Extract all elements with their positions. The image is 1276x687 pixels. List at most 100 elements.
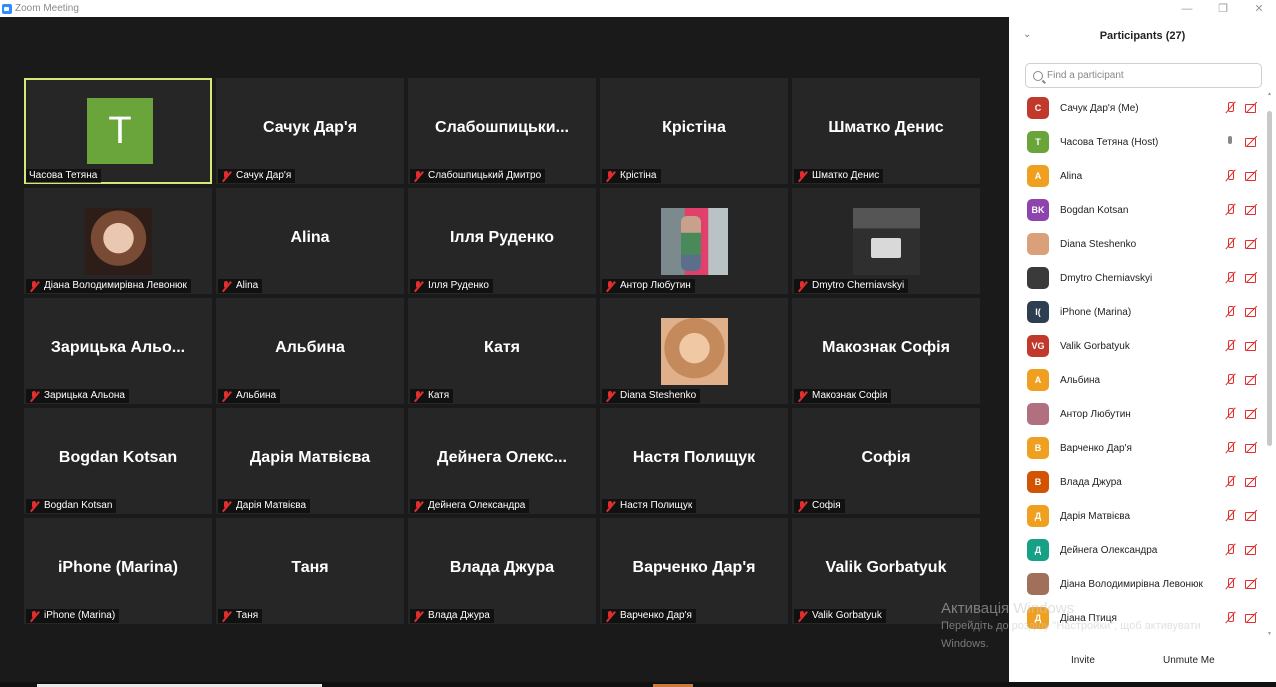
invite-button[interactable]: Invite	[1071, 655, 1095, 666]
mic-muted-icon[interactable]	[1224, 611, 1236, 624]
mic-muted-icon	[797, 500, 808, 512]
video-off-icon[interactable]	[1245, 408, 1259, 419]
participant-row[interactable]: T Часова Тетяна (Host)	[1009, 125, 1267, 159]
video-off-icon[interactable]	[1245, 442, 1259, 453]
participant-avatar: Д	[1027, 607, 1049, 629]
participant-row[interactable]: VG Valik Gorbatyuk	[1009, 329, 1267, 363]
video-off-icon[interactable]	[1245, 238, 1259, 249]
video-tile[interactable]: Макознак Софія Макознак Софія	[792, 298, 980, 404]
tile-label-text: Dmytro Cherniavskyi	[812, 280, 905, 291]
video-grid: T Часова Тетяна Сачук Дар'я Сачук Дар'я Слаб…	[24, 78, 980, 624]
mic-muted-icon[interactable]	[1224, 271, 1236, 284]
video-off-icon[interactable]	[1245, 510, 1259, 521]
scroll-up-icon[interactable]: ▲	[1267, 91, 1272, 97]
tile-label-text: Bogdan Kotsan	[44, 500, 113, 511]
mic-icon[interactable]	[1224, 135, 1236, 148]
video-tile[interactable]: Софія Софія	[792, 408, 980, 514]
video-tile[interactable]: Bogdan Kotsan Bogdan Kotsan	[24, 408, 212, 514]
video-tile[interactable]: T Часова Тетяна	[24, 78, 212, 184]
mic-muted-icon[interactable]	[1224, 373, 1236, 386]
video-tile[interactable]: Сачук Дар'я Сачук Дар'я	[216, 78, 404, 184]
mic-muted-icon[interactable]	[1224, 441, 1236, 454]
video-tile[interactable]: Дейнега Олекс... Дейнега Олександра	[408, 408, 596, 514]
video-tile[interactable]: Діана Володимирівна Левонюк	[24, 188, 212, 294]
scroll-down-icon[interactable]: ▼	[1267, 631, 1272, 637]
video-tile[interactable]: Таня Таня	[216, 518, 404, 624]
mic-muted-icon	[605, 500, 616, 512]
participant-row[interactable]: Діана Володимирівна Левонюк	[1009, 567, 1267, 601]
video-tile[interactable]: Влада Джура Влада Джура	[408, 518, 596, 624]
tile-display-name: Alina	[290, 229, 330, 246]
tile-name-label: Діана Володимирівна Левонюк	[26, 279, 191, 293]
video-off-icon[interactable]	[1245, 306, 1259, 317]
mic-muted-icon[interactable]	[1224, 305, 1236, 318]
tile-label-text: Софія	[812, 500, 841, 511]
tile-display-name: Таня	[291, 559, 329, 576]
participant-row[interactable]: B Влада Джура	[1009, 465, 1267, 499]
mic-muted-icon[interactable]	[1224, 543, 1236, 556]
participant-search[interactable]	[1025, 63, 1262, 88]
video-tile[interactable]: Антор Любутин	[600, 188, 788, 294]
maximize-button[interactable]: ❐	[1216, 2, 1230, 16]
video-off-icon[interactable]	[1245, 340, 1259, 351]
close-button[interactable]: ✕	[1252, 2, 1266, 16]
video-tile[interactable]: Alina Alina	[216, 188, 404, 294]
participant-row[interactable]: Dmytro Cherniavskyi	[1009, 261, 1267, 295]
profile-photo	[85, 208, 152, 275]
video-tile[interactable]: Ілля Руденко Ілля Руденко	[408, 188, 596, 294]
unmute-me-button[interactable]: Unmute Me	[1163, 655, 1215, 666]
tile-display-name: Слабошпицьки...	[435, 119, 569, 136]
mic-muted-icon	[29, 500, 40, 512]
participant-row[interactable]: I(iPhone (Marina)	[1009, 295, 1267, 329]
video-off-icon[interactable]	[1245, 170, 1259, 181]
video-tile[interactable]: Варченко Дар'я Варченко Дар'я	[600, 518, 788, 624]
video-tile[interactable]: Альбина Альбина	[216, 298, 404, 404]
video-off-icon[interactable]	[1245, 476, 1259, 487]
video-off-icon[interactable]	[1245, 204, 1259, 215]
participant-row[interactable]: C Сачук Дар'я (Me)	[1009, 91, 1267, 125]
video-tile[interactable]: Valik Gorbatyuk Valik Gorbatyuk	[792, 518, 980, 624]
participant-row[interactable]: A Альбина	[1009, 363, 1267, 397]
participant-status-icons	[1224, 543, 1259, 556]
mic-muted-icon[interactable]	[1224, 169, 1236, 182]
video-off-icon[interactable]	[1245, 272, 1259, 283]
video-tile[interactable]: Катя Катя	[408, 298, 596, 404]
participant-row[interactable]: Антор Любутин	[1009, 397, 1267, 431]
participant-name: Діана Володимирівна Левонюк	[1060, 578, 1203, 590]
mic-muted-icon[interactable]	[1224, 203, 1236, 216]
participant-row[interactable]: B Варченко Дар'я	[1009, 431, 1267, 465]
scroll-thumb[interactable]	[1267, 111, 1272, 446]
participant-row[interactable]: Diana Steshenko	[1009, 227, 1267, 261]
video-tile[interactable]: Дарія Матвієва Дарія Матвієва	[216, 408, 404, 514]
video-tile[interactable]: Шматко Денис Шматко Денис	[792, 78, 980, 184]
video-off-icon[interactable]	[1245, 612, 1259, 623]
minimize-button[interactable]: —	[1180, 2, 1194, 16]
video-off-icon[interactable]	[1245, 578, 1259, 589]
participant-row[interactable]: Д Діана Птиця	[1009, 601, 1267, 635]
participant-scrollbar[interactable]: ▲ ▼	[1267, 91, 1272, 637]
video-tile[interactable]: Настя Полищук Настя Полищук	[600, 408, 788, 514]
mic-muted-icon[interactable]	[1224, 339, 1236, 352]
participant-row[interactable]: Д Дарія Матвієва	[1009, 499, 1267, 533]
video-tile[interactable]: Dmytro Cherniavskyi	[792, 188, 980, 294]
video-off-icon[interactable]	[1245, 102, 1259, 113]
participant-row[interactable]: Д Дейнега Олександра	[1009, 533, 1267, 567]
mic-muted-icon[interactable]	[1224, 475, 1236, 488]
video-tile[interactable]: Diana Steshenko	[600, 298, 788, 404]
mic-muted-icon[interactable]	[1224, 237, 1236, 250]
participant-row[interactable]: BK Bogdan Kotsan	[1009, 193, 1267, 227]
mic-muted-icon[interactable]	[1224, 509, 1236, 522]
participant-row[interactable]: A Alina	[1009, 159, 1267, 193]
mic-muted-icon[interactable]	[1224, 577, 1236, 590]
video-tile[interactable]: Слабошпицьки... Слабошпицький Дмитро	[408, 78, 596, 184]
mic-muted-icon[interactable]	[1224, 407, 1236, 420]
video-off-icon[interactable]	[1245, 374, 1259, 385]
tile-name-label: Шматко Денис	[794, 169, 884, 183]
video-tile[interactable]: iPhone (Marina) iPhone (Marina)	[24, 518, 212, 624]
mic-muted-icon[interactable]	[1224, 101, 1236, 114]
search-input[interactable]	[1047, 70, 1247, 81]
video-off-icon[interactable]	[1245, 136, 1259, 147]
video-off-icon[interactable]	[1245, 544, 1259, 555]
video-tile[interactable]: Зарицька Альо... Зарицька Альона	[24, 298, 212, 404]
video-tile[interactable]: Крістіна Крістіна	[600, 78, 788, 184]
